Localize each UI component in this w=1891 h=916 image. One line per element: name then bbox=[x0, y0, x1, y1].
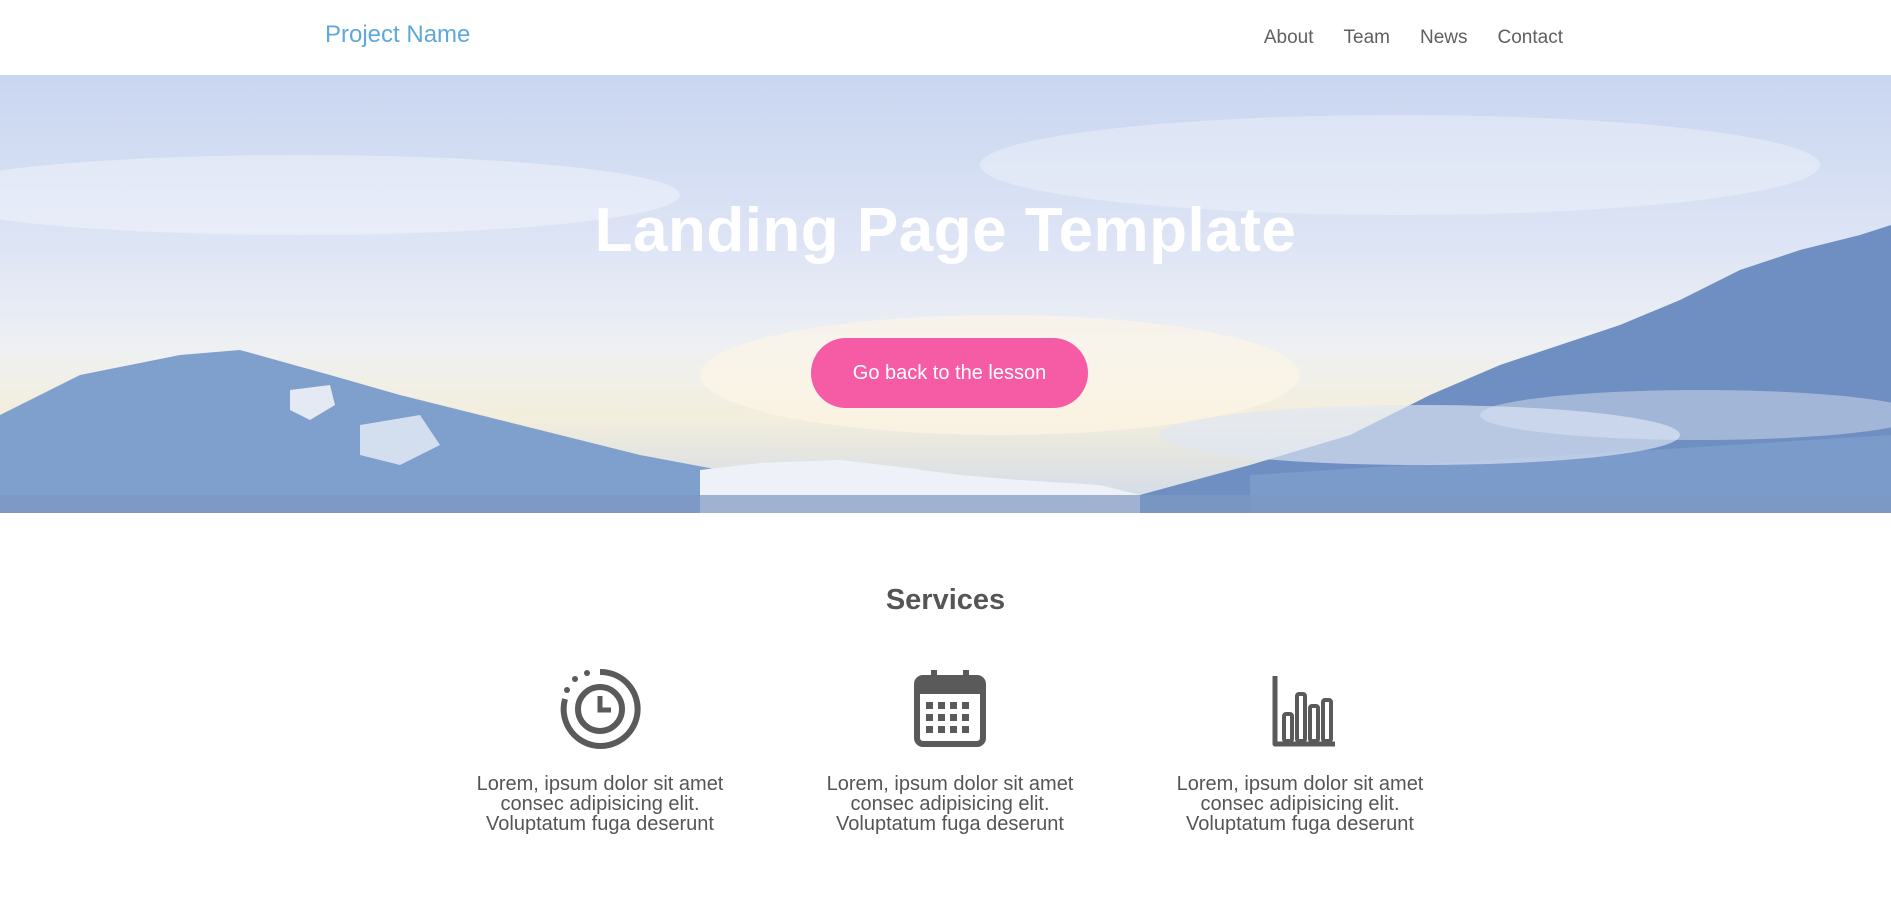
services-title: Services bbox=[885, 584, 1006, 616]
nav-link-contact[interactable]: Contact bbox=[1498, 27, 1563, 49]
service-description: Lorem, ipsum dolor sit amet consec adipi… bbox=[826, 773, 1074, 835]
service-description: Lorem, ipsum dolor sit amet consec adipi… bbox=[1176, 773, 1424, 835]
navbar: Project Name About Team News Contact bbox=[0, 0, 1891, 75]
service-card: Lorem, ipsum dolor sit amet consec adipi… bbox=[1150, 664, 1450, 834]
brand-link[interactable]: Project Name bbox=[325, 21, 470, 49]
hero-section: Landing Page Template Go back to the les… bbox=[0, 75, 1891, 513]
nav-link-about[interactable]: About bbox=[1264, 27, 1314, 49]
bar-chart-icon bbox=[1272, 676, 1335, 747]
service-description: Lorem, ipsum dolor sit amet consec adipi… bbox=[476, 773, 724, 835]
nav-menu: About Team News Contact bbox=[1264, 27, 1563, 49]
nav-link-team[interactable]: Team bbox=[1344, 27, 1390, 49]
service-card: Lorem, ipsum dolor sit amet consec adipi… bbox=[800, 664, 1100, 834]
service-card: Lorem, ipsum dolor sit amet consec adipi… bbox=[450, 664, 750, 834]
hero-title: Landing Page Template bbox=[594, 196, 1297, 265]
clock-icon bbox=[560, 668, 641, 749]
calendar-icon bbox=[914, 670, 986, 747]
hero-background-image bbox=[0, 115, 1891, 513]
go-back-to-lesson-button[interactable]: Go back to the lesson bbox=[811, 338, 1088, 408]
nav-link-news[interactable]: News bbox=[1420, 27, 1468, 49]
